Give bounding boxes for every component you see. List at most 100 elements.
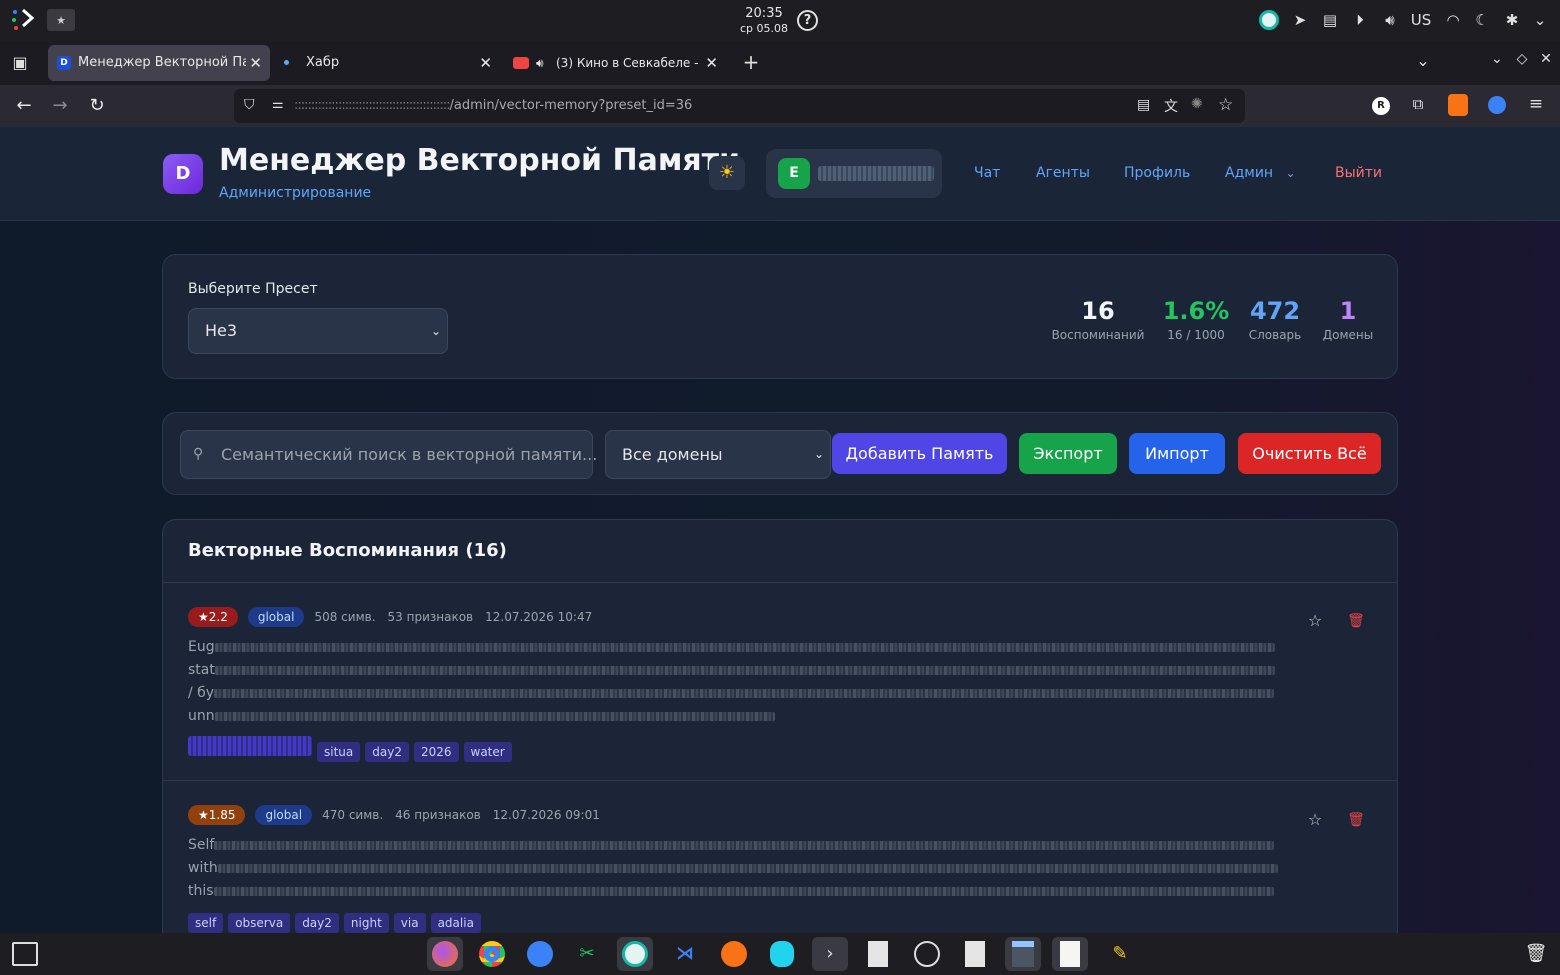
user-badge[interactable]: E [766, 149, 942, 198]
tab-overview-icon[interactable]: ▣ [10, 53, 30, 73]
memory-text-line: unn [188, 708, 215, 724]
telegram-icon[interactable]: ➤ [1289, 10, 1311, 30]
text-file-icon[interactable] [860, 937, 896, 971]
terminal-icon[interactable]: › [812, 937, 848, 971]
url-text[interactable]: ::::::::::::::::::::::::::::::::::::::::… [294, 89, 692, 123]
tag[interactable]: day2 [295, 913, 339, 933]
site-permissions-icon[interactable]: ⚌ [272, 97, 284, 112]
show-desktop-icon[interactable] [12, 942, 38, 966]
app-menu-icon[interactable]: ≡ [1526, 94, 1546, 116]
memory-text-redacted [214, 642, 1275, 652]
tab-habr[interactable]: Хабр ✕ [274, 45, 500, 81]
nav-link-profile[interactable]: Профиль [1124, 165, 1190, 181]
firefox-icon[interactable] [427, 937, 463, 971]
vpn-client-icon[interactable] [617, 937, 653, 971]
tag[interactable]: adalia [430, 913, 481, 933]
notes-icon[interactable] [1052, 937, 1088, 971]
tray-expand-chevron-icon[interactable]: ⌄ [1530, 10, 1550, 30]
tag[interactable]: observa [228, 913, 291, 933]
tab-title: Менеджер Векторной Памяти [78, 55, 246, 70]
logout-link[interactable]: Выйти [1335, 165, 1382, 181]
bookmark-star-icon[interactable]: ☆ [1218, 95, 1233, 115]
tab-vector-memory[interactable]: D Менеджер Векторной Памяти ✕ [48, 45, 270, 81]
shield-icon[interactable]: ⛉ [244, 97, 255, 113]
tag-redacted[interactable] [188, 736, 312, 756]
app-logo[interactable]: D [163, 154, 203, 194]
address-bar[interactable]: ⛉ ⚌ ::::::::::::::::::::::::::::::::::::… [234, 89, 1245, 123]
translate-icon[interactable]: 文 [1164, 96, 1178, 116]
memory-text[interactable]: Self with this [188, 834, 1293, 903]
tab-youtube[interactable]: 🔊︎ (3) Кино в Севкабеле - Yo ✕ [504, 45, 726, 81]
volume-icon[interactable]: 🔊︎ [1380, 10, 1400, 30]
calculator-icon[interactable] [1005, 937, 1041, 971]
add-memory-button[interactable]: Добавить Память [832, 433, 1007, 474]
nav-link-chat[interactable]: Чат [974, 165, 1000, 181]
database-icon[interactable] [764, 937, 800, 971]
launcher-icon[interactable] [10, 6, 38, 34]
new-tab-icon[interactable]: + [740, 51, 762, 73]
char-count: 470 симв. [322, 808, 384, 822]
extensions-puzzle-icon[interactable]: ⧉ [1408, 95, 1428, 115]
memory-text[interactable]: Eug stat / бу unn [188, 636, 1293, 728]
forward-arrow-icon[interactable]: → [48, 94, 72, 118]
wifi-icon[interactable]: ◠ [1442, 10, 1464, 30]
browser-nav-bar: ← → ↻ ⛉ ⚌ ::::::::::::::::::::::::::::::… [0, 85, 1560, 127]
thunderbird-icon[interactable] [522, 937, 558, 971]
night-light-icon[interactable]: ☾ [1472, 10, 1492, 30]
extension-bug-icon[interactable]: ✺ [1191, 96, 1203, 112]
back-arrow-icon[interactable]: ← [12, 94, 36, 118]
workspace-icon[interactable]: ★ [47, 9, 75, 31]
media-play-icon[interactable]: ⏵ [1350, 10, 1370, 30]
reload-icon[interactable]: ↻ [85, 94, 109, 118]
extension-blue-icon[interactable] [1488, 96, 1506, 114]
favorite-star-icon[interactable]: ☆ [1305, 611, 1325, 631]
clear-all-button[interactable]: Очистить Всё [1238, 433, 1381, 474]
trash-icon[interactable]: 🗑︎ [1518, 937, 1554, 971]
bluetooth-icon[interactable]: ✱ [1502, 10, 1522, 30]
vpn-app-icon[interactable] [1258, 10, 1280, 30]
extension-r-icon[interactable]: R [1372, 97, 1390, 115]
tag[interactable]: day2 [365, 742, 409, 762]
tag[interactable]: self [188, 913, 224, 933]
system-clock[interactable]: 20:35 ср 05.08 [738, 6, 790, 36]
delete-trash-icon[interactable]: 🗑︎ [1346, 611, 1366, 631]
favorite-star-icon[interactable]: ☆ [1305, 810, 1325, 830]
reader-view-icon[interactable]: ▤ [1137, 97, 1150, 113]
tab-audio-icon[interactable]: 🔊︎ [536, 45, 544, 81]
nav-link-admin[interactable]: Админ ⌄ [1225, 165, 1296, 181]
close-tab-icon[interactable]: ✕ [479, 45, 492, 81]
window-minimize-icon[interactable]: ⌄ [1488, 51, 1506, 73]
theme-toggle-sun-icon[interactable]: ☀ [709, 156, 745, 190]
vscode-icon[interactable]: ⋊ [667, 937, 703, 971]
domain-filter-select[interactable]: Все домены ⌄ [605, 430, 831, 479]
close-tab-icon[interactable]: ✕ [249, 45, 262, 81]
help-circle-icon[interactable]: ? [797, 10, 818, 31]
clipboard-icon[interactable]: ▤ [1320, 10, 1340, 30]
keyboard-layout[interactable]: US [1408, 10, 1434, 30]
extension-avatar-icon[interactable] [1448, 94, 1468, 116]
postman-icon[interactable] [716, 937, 752, 971]
document-icon[interactable] [957, 937, 993, 971]
export-button[interactable]: Экспорт [1019, 433, 1117, 474]
tag[interactable]: water [463, 742, 512, 762]
tag[interactable]: via [393, 913, 426, 933]
search-input[interactable]: ⚲ Семантический поиск в векторной памяти… [180, 430, 597, 479]
close-tab-icon[interactable]: ✕ [705, 45, 718, 81]
editor-icon[interactable]: ✎ [1102, 937, 1138, 971]
tab-list-chevron-icon[interactable]: ⌄ [1413, 51, 1433, 73]
keepassxc-icon[interactable]: ✂ [569, 937, 605, 971]
import-button[interactable]: Импорт [1129, 433, 1225, 474]
memory-text-line: Self [188, 837, 215, 853]
app-header: D Менеджер Векторной Памяти Администриро… [0, 127, 1560, 221]
preset-select[interactable]: Не3 ⌄ [188, 308, 448, 354]
tag[interactable]: 2026 [413, 742, 459, 762]
tag[interactable]: night [343, 913, 389, 933]
window-maximize-icon[interactable]: ◇ [1513, 51, 1531, 73]
nav-link-agents[interactable]: Агенты [1036, 165, 1090, 181]
obs-icon[interactable] [909, 937, 945, 971]
window-close-icon[interactable]: ✕ [1537, 51, 1555, 73]
delete-trash-icon[interactable]: 🗑︎ [1346, 810, 1366, 830]
divider [163, 582, 1397, 583]
tag[interactable]: situa [317, 742, 361, 762]
chrome-icon[interactable] [474, 937, 510, 971]
